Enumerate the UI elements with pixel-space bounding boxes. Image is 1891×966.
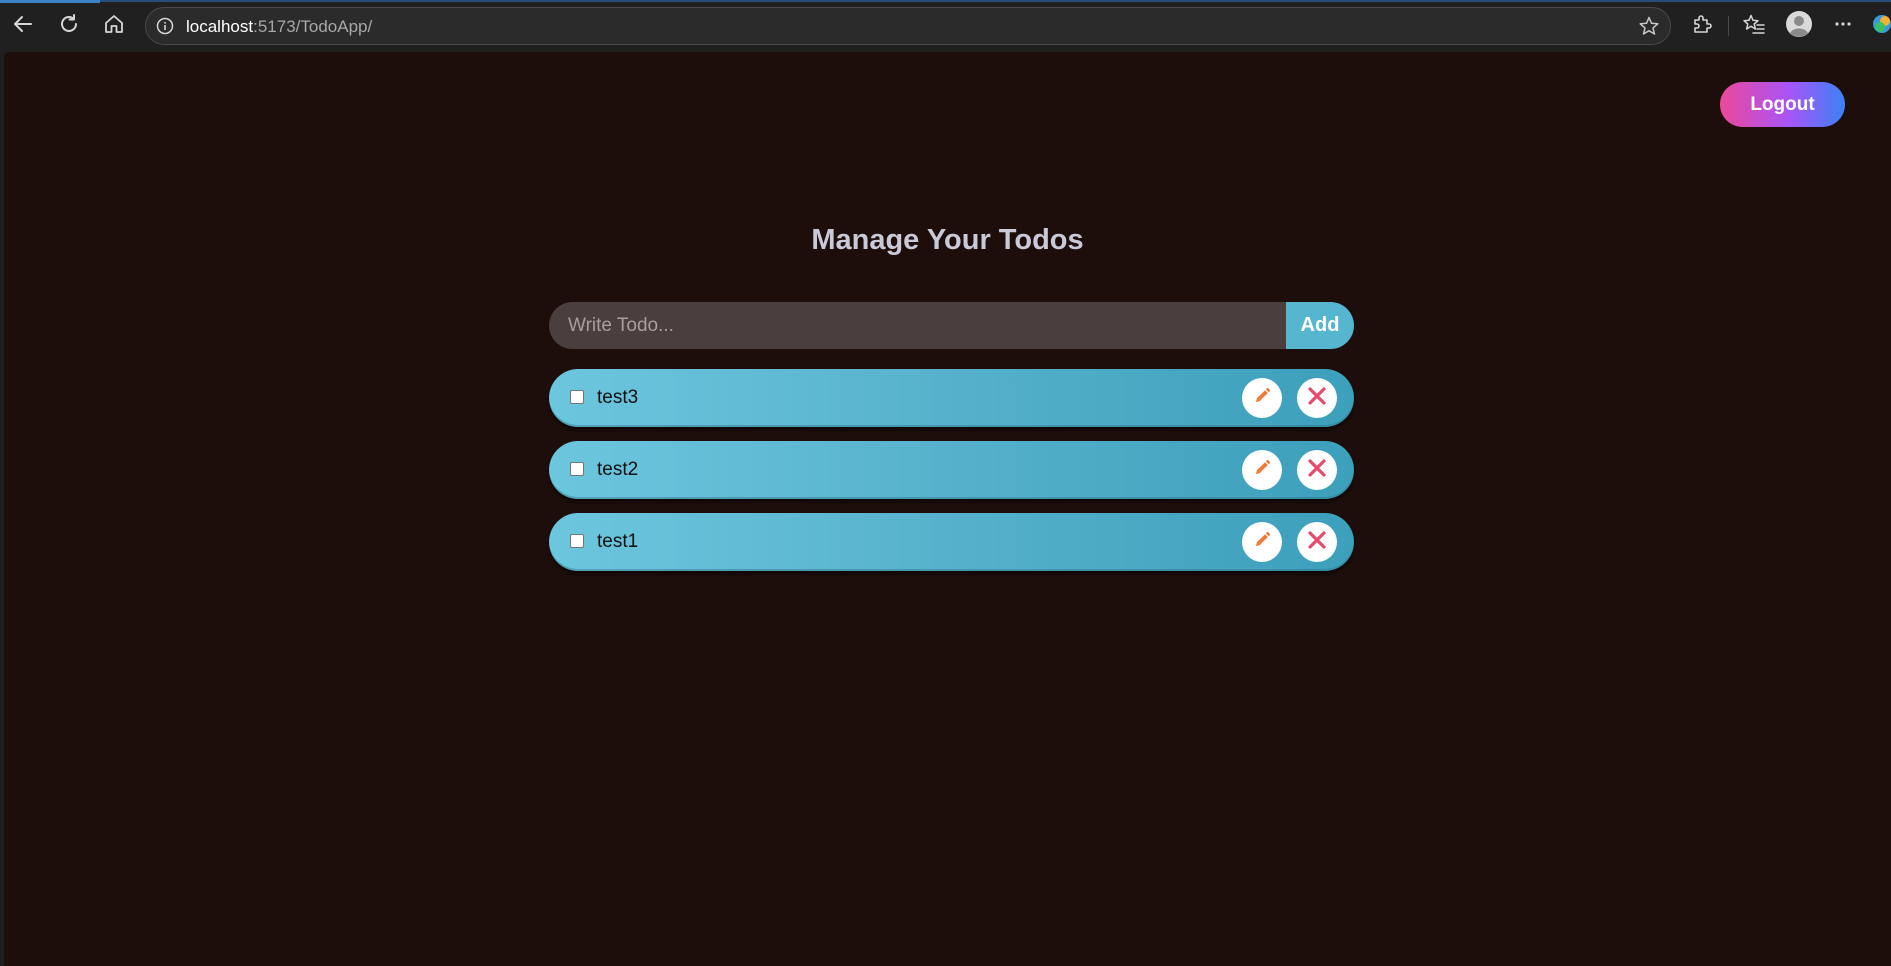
profile-icon (1785, 10, 1813, 43)
todo-checkbox[interactable] (570, 462, 584, 476)
favorites-icon (1742, 13, 1766, 40)
url-host: localhost (186, 17, 254, 36)
url-text[interactable]: localhost:5173/TodoApp/ (186, 17, 372, 37)
active-tab-indicator (0, 0, 100, 3)
tab-strip-line (100, 0, 1891, 2)
pencil-icon (1252, 386, 1272, 411)
refresh-icon (58, 13, 80, 40)
todo-input[interactable] (549, 302, 1286, 349)
more-button[interactable] (1827, 10, 1859, 42)
todo-checkbox[interactable] (570, 534, 584, 548)
refresh-button[interactable] (53, 10, 85, 42)
logout-button[interactable]: Logout (1720, 82, 1845, 127)
todo-text[interactable]: test1 (597, 531, 638, 553)
todo-item: test3 (549, 369, 1354, 427)
page-title: Manage Your Todos (811, 224, 1084, 256)
todo-checkbox[interactable] (570, 390, 584, 404)
delete-todo-button[interactable] (1297, 522, 1337, 562)
url-path: :5173/TodoApp/ (253, 17, 373, 36)
pencil-icon (1252, 458, 1272, 483)
more-icon (1832, 13, 1854, 40)
back-button[interactable] (7, 10, 39, 42)
todo-text[interactable]: test3 (597, 387, 638, 409)
todo-form: Add (549, 302, 1354, 349)
copilot-icon (1873, 13, 1891, 40)
profile-button[interactable] (1783, 10, 1815, 42)
todo-list: test3 test2 test1 (549, 369, 1354, 585)
add-button[interactable]: Add (1286, 302, 1354, 349)
close-icon (1306, 529, 1328, 556)
address-bar[interactable]: localhost:5173/TodoApp/ (145, 7, 1671, 45)
toolbar-divider (1728, 16, 1729, 36)
extensions-button[interactable] (1686, 10, 1718, 42)
close-icon (1306, 385, 1328, 412)
edit-todo-button[interactable] (1242, 378, 1282, 418)
extensions-icon (1691, 13, 1713, 40)
home-button[interactable] (98, 10, 130, 42)
todo-text[interactable]: test2 (597, 459, 638, 481)
app-page: Logout Manage Your Todos Add test3test2t… (4, 52, 1891, 966)
star-icon[interactable] (1638, 15, 1660, 37)
favorites-button[interactable] (1738, 10, 1770, 42)
browser-toolbar: localhost:5173/TodoApp/ (0, 0, 1891, 52)
edit-todo-button[interactable] (1242, 522, 1282, 562)
home-icon (103, 13, 125, 40)
back-arrow-icon (12, 13, 34, 40)
todo-item: test2 (549, 441, 1354, 499)
copilot-button[interactable] (1873, 10, 1891, 42)
edit-todo-button[interactable] (1242, 450, 1282, 490)
close-icon (1306, 457, 1328, 484)
delete-todo-button[interactable] (1297, 450, 1337, 490)
todo-item: test1 (549, 513, 1354, 571)
info-icon[interactable] (155, 16, 175, 36)
pencil-icon (1252, 530, 1272, 555)
delete-todo-button[interactable] (1297, 378, 1337, 418)
